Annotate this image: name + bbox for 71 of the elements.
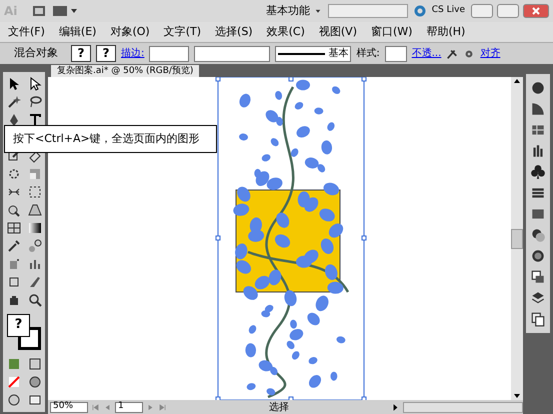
artboard-dropdown[interactable]: 1 [115, 402, 143, 412]
club-symbol-icon[interactable] [530, 164, 546, 180]
stroke-link[interactable]: 描边: [121, 46, 144, 61]
shape-builder-icon[interactable] [6, 203, 20, 217]
horizontal-scrollbar[interactable] [403, 402, 523, 412]
menu-item[interactable]: 选择(S) [215, 24, 253, 40]
arrange-documents-icon[interactable] [52, 5, 78, 17]
gradient-icon[interactable] [28, 221, 42, 235]
scroll-up-icon[interactable] [513, 77, 521, 85]
status-menu-icon[interactable] [391, 402, 400, 412]
none-mode-icon[interactable] [6, 375, 20, 389]
perspective-grid-icon[interactable] [28, 203, 42, 217]
screen-mode-icon[interactable] [28, 393, 42, 407]
free-transform-icon[interactable] [28, 185, 42, 199]
rotate-icon[interactable] [6, 167, 20, 181]
status-tool-label[interactable]: 选择 [170, 400, 388, 414]
stroke-swatch[interactable]: ? [96, 45, 116, 62]
zoom-icon[interactable] [28, 293, 42, 307]
align-link[interactable]: 对齐 [480, 46, 500, 61]
menu-item[interactable]: 帮助(H) [426, 24, 466, 40]
close-icon[interactable] [532, 7, 540, 15]
brush-stroke-preview [278, 52, 326, 54]
draw-behind-icon[interactable] [6, 393, 20, 407]
cs-live-icon [414, 5, 426, 17]
fill-swatch[interactable]: ? [71, 45, 91, 62]
menu-item[interactable]: 视图(V) [318, 24, 357, 40]
menu-item[interactable]: 效果(C) [266, 24, 305, 40]
gradient-mode-icon[interactable] [28, 357, 42, 371]
menu-item[interactable]: 编辑(E) [58, 24, 96, 40]
menu-item[interactable]: 窗口(W) [370, 24, 412, 40]
variable-width-dropdown[interactable] [194, 46, 270, 62]
menu-item[interactable]: 文件(F) [8, 24, 45, 40]
artboards-icon[interactable] [530, 311, 546, 327]
color-mode-icon[interactable] [6, 357, 20, 371]
menu-item[interactable]: 对象(O) [110, 24, 150, 40]
close-button[interactable] [523, 4, 549, 18]
mesh-icon[interactable] [6, 221, 20, 235]
slice-icon[interactable] [28, 275, 42, 289]
minimize-button[interactable] [471, 4, 493, 18]
scrollbar-thumb[interactable] [511, 228, 523, 248]
brush-dropdown[interactable]: 基本 [275, 46, 352, 62]
rectangle-icon[interactable] [6, 275, 20, 289]
opacity-link[interactable]: 不透... [412, 46, 442, 61]
appearance-icon[interactable] [530, 248, 546, 264]
magic-wand-icon[interactable] [6, 95, 20, 109]
eyedropper-icon[interactable] [6, 239, 20, 253]
zoom-dropdown[interactable]: 50% [50, 402, 88, 412]
layers-icon[interactable] [530, 290, 546, 306]
workspace-dropdown[interactable]: 基本功能 [266, 2, 322, 20]
lasso-icon[interactable] [28, 95, 42, 109]
transparency-icon[interactable] [530, 227, 546, 243]
column-graph-icon[interactable] [28, 257, 42, 271]
instruction-tooltip: 按下<Ctrl+A>键，全选页面内的图形 [4, 125, 217, 153]
maximize-button[interactable] [497, 4, 519, 18]
menu-item[interactable]: 文字(T) [164, 24, 202, 40]
type-icon[interactable] [28, 113, 42, 127]
selection-label: 混合对象 [13, 45, 59, 62]
draw-normal-icon[interactable] [28, 375, 42, 389]
search-field[interactable] [328, 4, 408, 18]
blend-icon[interactable] [28, 239, 42, 253]
stroke-weight-dropdown[interactable] [149, 46, 190, 62]
cs-live-menu[interactable]: CS Live [432, 4, 465, 18]
fill-stroke-control[interactable]: ? [7, 314, 41, 350]
color-panel-icon[interactable] [530, 80, 546, 96]
document-tab[interactable]: 复杂图案.ai* @ 50% (RGB/预览) [51, 65, 200, 77]
caret-icon[interactable] [314, 7, 322, 15]
style-dropdown[interactable] [384, 46, 407, 62]
color-guide-icon[interactable] [530, 101, 546, 117]
style-label: 样式: [356, 46, 380, 61]
direct-selection-arrow-icon[interactable] [28, 77, 42, 91]
graphic-styles-icon[interactable] [530, 269, 546, 285]
